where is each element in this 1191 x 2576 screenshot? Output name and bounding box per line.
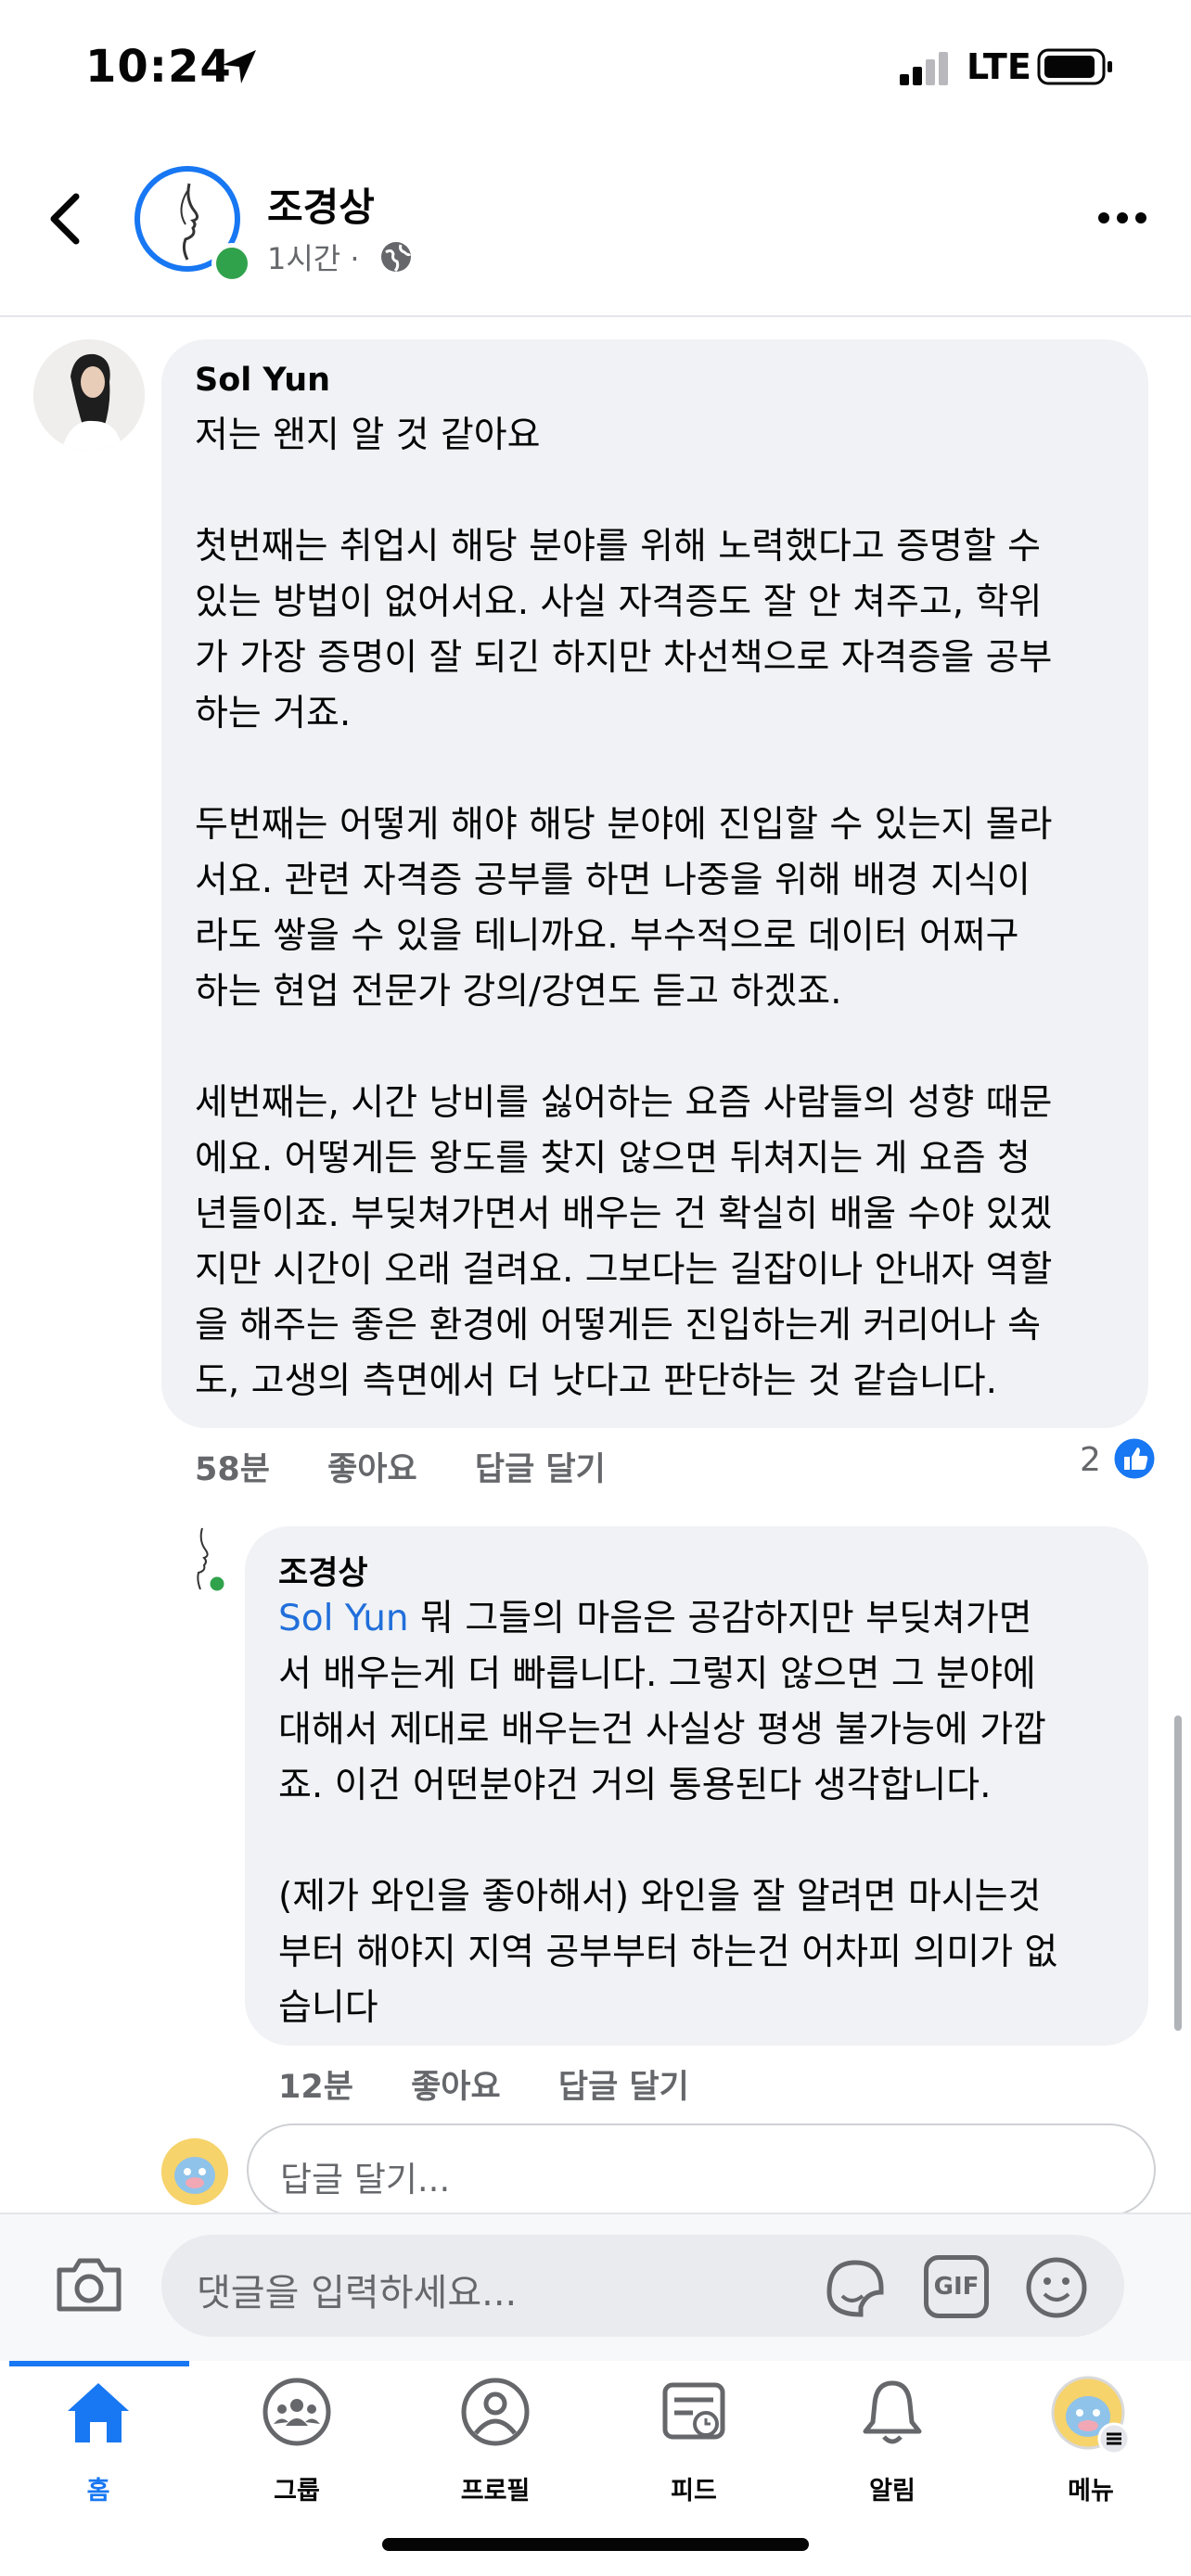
sticker-icon[interactable] [820,2255,890,2322]
nav-home[interactable] [6,2374,191,2454]
comment-actions: 58분 좋아요 답글 달기 [195,1443,652,1490]
post-author-avatar[interactable] [132,163,252,284]
more-options-icon[interactable] [1095,204,1150,232]
like-reaction-icon[interactable] [1111,1435,1158,1482]
reply-button[interactable]: 답글 달기 [558,2069,689,2106]
home-icon [68,2383,129,2442]
reply-author-avatar[interactable] [186,1524,228,1599]
nav-groups-label: 그룹 [274,2477,320,2506]
scrollbar[interactable] [1174,1715,1182,2031]
mention-link[interactable]: Sol Yun [278,1598,409,1639]
network-label: LTE [967,46,1031,87]
comment-author-name[interactable]: Sol Yun [195,362,330,399]
bell-icon [863,2380,922,2444]
my-avatar [161,2138,228,2205]
reply-body: 뭐 그들의 마음은 공감하지만 부딪쳐가면 서 배우는게 더 빠릅니다. 그렇지… [278,1598,1058,2029]
comment-input-placeholder: 댓글을 입력하세요... [197,2272,518,2315]
gif-button[interactable]: GIF [924,2255,989,2318]
separator-dot: · [350,241,360,276]
profile-sketch-small-icon [197,1527,227,1594]
person-photo-icon [33,339,145,451]
comment-time: 58분 [195,1451,270,1488]
reply-input-placeholder: 답글 달기... [280,2160,451,2200]
signal-icon [900,52,948,85]
post-author-name[interactable]: 조경상 [267,176,375,233]
reaction-count[interactable]: 2 [1080,1441,1101,1479]
nav-groups[interactable] [204,2374,390,2454]
location-arrow-icon [223,50,256,83]
emoji-icon[interactable] [1024,2255,1089,2320]
nav-feed[interactable] [601,2374,787,2454]
menu-icon [1051,2376,1131,2455]
online-status-dot [211,243,252,284]
reply-text: Sol Yun 뭐 그들의 마음은 공감하지만 부딪쳐가면 서 배우는게 더 빠… [278,1591,1132,2036]
profile-icon [461,2378,530,2446]
feed-icon [662,2382,725,2440]
like-button[interactable]: 좋아요 [411,2069,501,2106]
nav-notifications-label: 알림 [869,2477,916,2506]
nav-profile-label: 프로필 [460,2477,531,2506]
nav-menu[interactable] [998,2374,1184,2461]
reply-button[interactable]: 답글 달기 [475,1451,606,1488]
nav-feed-label: 피드 [671,2477,717,2506]
reply-actions: 12분 좋아요 답글 달기 [278,2060,736,2108]
nav-notifications[interactable] [800,2374,985,2454]
post-meta: 1시간 · [267,236,360,278]
reply-author-name[interactable]: 조경상 [278,1547,368,1594]
home-indicator [382,2538,809,2551]
nav-home-label: 홈 [86,2477,110,2506]
globe-icon [381,242,412,273]
comment-text: 저는 왠지 알 것 같아요 첫번째는 취업시 해당 분야를 위해 노력했다고 증… [195,414,1053,1402]
active-tab-indicator [9,2361,189,2366]
status-time: 10:24 [85,41,232,93]
back-arrow-icon[interactable] [43,191,89,247]
groups-icon [263,2378,331,2446]
camera-icon[interactable] [54,2253,124,2315]
like-button[interactable]: 좋아요 [327,1451,417,1488]
reply-time: 12분 [278,2069,353,2106]
battery-icon [1037,48,1112,85]
nav-menu-label: 메뉴 [1068,2477,1114,2506]
post-time: 1시간 [267,241,341,276]
nav-profile[interactable] [403,2374,588,2454]
commenter-avatar[interactable] [33,339,145,451]
cartoon-cow-icon [161,2138,228,2205]
